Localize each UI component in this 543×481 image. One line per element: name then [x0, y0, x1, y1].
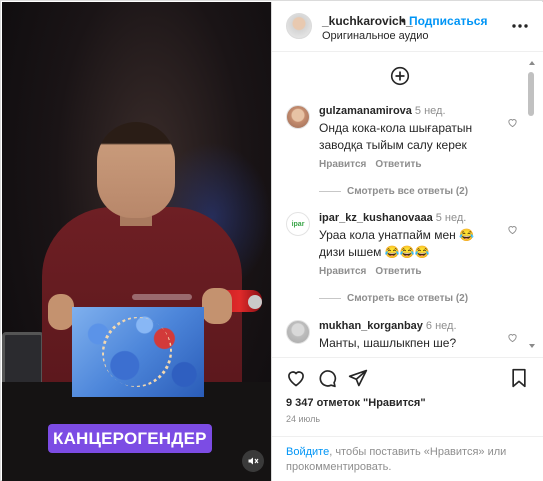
bookmark-icon[interactable] — [510, 368, 528, 388]
presenter-head — [97, 122, 175, 218]
post-header: _kuchkarovich_ • Подписаться Оригинально… — [272, 2, 543, 52]
comment-username-text[interactable]: gulzamanamirova — [319, 105, 412, 117]
heart-outline-icon[interactable] — [507, 332, 518, 343]
comment-text: Онда кока-кола шығаратын заводқа тыйым с… — [319, 121, 473, 152]
scroll-up-arrow[interactable] — [529, 61, 535, 65]
comment-time: 5 нед. — [414, 105, 446, 117]
comment-like-button[interactable]: Нравится — [319, 159, 366, 170]
comment-time: 5 нед. — [435, 212, 467, 224]
commenter-avatar[interactable] — [286, 105, 310, 129]
post-footer: 9 347 отметок "Нравится" 24 июль Войдите… — [272, 357, 543, 481]
scroll-thumb[interactable] — [528, 72, 534, 116]
view-replies-text[interactable]: Смотреть все ответы (2) — [347, 293, 468, 304]
comment-reply-button[interactable]: Ответить — [375, 159, 421, 170]
author-avatar[interactable] — [286, 13, 312, 39]
login-link[interactable]: Войдите — [286, 446, 329, 458]
more-horizontal-icon[interactable] — [511, 18, 529, 34]
scroll-down-arrow[interactable] — [529, 344, 535, 348]
view-replies-link[interactable]: Смотреть все ответы (2) — [319, 293, 468, 304]
presenter-left-hand — [48, 294, 74, 330]
comment-actions: Нравится Ответить — [319, 266, 431, 277]
view-replies-text[interactable]: Смотреть все ответы (2) — [347, 186, 468, 197]
audio-label[interactable]: Оригинальное аудио — [322, 30, 429, 42]
post-panel: _kuchkarovich_ • Подписаться Оригинально… — [271, 2, 543, 481]
mute-button[interactable] — [242, 450, 264, 472]
login-prompt: Войдите, чтобы поставить «Нравится» или … — [272, 436, 543, 475]
comment-icon[interactable] — [317, 368, 337, 388]
video-caption: КАНЦЕРОГЕНДЕР — [48, 424, 212, 453]
replies-divider-line — [319, 297, 341, 299]
comment-actions: Нравится Ответить — [319, 159, 431, 170]
commenter-avatar[interactable] — [286, 320, 310, 344]
author-username[interactable]: _kuchkarovich_ — [322, 14, 413, 28]
cells-illustration — [72, 303, 204, 401]
name-badge — [132, 294, 192, 300]
likes-count[interactable]: 9 347 отметок "Нравится" — [286, 397, 426, 409]
comments-scrollbar[interactable] — [526, 57, 536, 353]
comment-reply-button[interactable]: Ответить — [375, 266, 421, 277]
ipar-logo: ipar — [291, 220, 305, 228]
comment-username-text[interactable]: ipar_kz_kushanovaaa — [319, 212, 433, 224]
comment-like-button[interactable]: Нравится — [319, 266, 366, 277]
reel-video[interactable]: КАНЦЕРОГЕНДЕР — [2, 2, 271, 481]
comment-username[interactable]: mukhan_korganbay 6 нед. — [319, 320, 457, 332]
heart-outline-icon[interactable] — [507, 224, 518, 235]
comments-list[interactable]: gulzamanamirova 5 нед. Онда кока-кола шығ… — [272, 53, 543, 356]
commenter-avatar[interactable]: ipar — [286, 212, 310, 236]
comment-text: Манты, шашлыкпен ше? — [319, 336, 457, 350]
heart-icon[interactable] — [286, 368, 306, 388]
share-icon[interactable] — [348, 368, 368, 388]
speaker-muted-icon — [248, 457, 259, 465]
presenter-right-hand — [202, 288, 232, 324]
comment-username-text[interactable]: mukhan_korganbay — [319, 320, 423, 332]
heart-outline-icon[interactable] — [507, 117, 518, 128]
follow-button[interactable]: Подписаться — [409, 14, 487, 28]
comment-text: Ураа кола унатпайм мен 😂 дизи ышем 😂😂😂 — [319, 228, 475, 259]
comment-username[interactable]: gulzamanamirova 5 нед. — [319, 105, 446, 117]
add-circle-icon[interactable] — [390, 66, 410, 86]
post-date: 24 июль — [286, 414, 321, 424]
comment-time: 6 нед. — [425, 320, 457, 332]
cola-can-top — [248, 295, 262, 309]
replies-divider-line — [319, 190, 341, 192]
post-frame: КАНЦЕРОГЕНДЕР _kuchkarovich_ • Подписать… — [0, 0, 543, 481]
comment-username[interactable]: ipar_kz_kushanovaaa 5 нед. — [319, 212, 466, 224]
view-replies-link[interactable]: Смотреть все ответы (2) — [319, 186, 468, 197]
dna-helix — [88, 303, 186, 401]
header-separator: • — [401, 14, 406, 28]
